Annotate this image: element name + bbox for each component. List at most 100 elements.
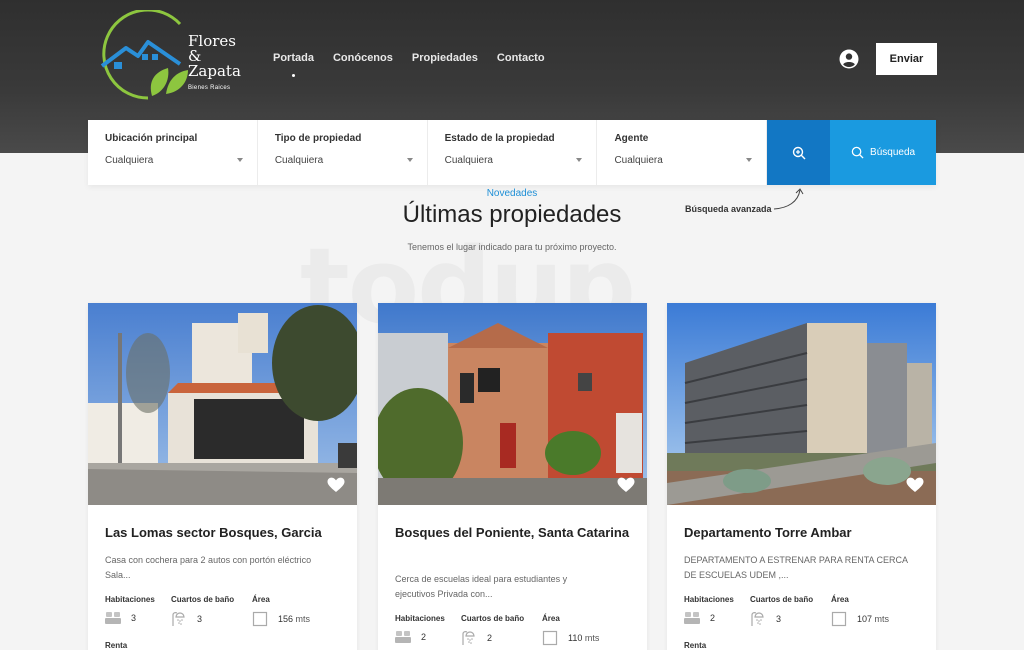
property-status-value: Cualquiera [444,155,493,166]
property-description: Cerca de escuelas ideal para estudiantes… [395,572,635,602]
spec-bedrooms: Habitaciones 2 [395,614,461,646]
spec-label: Habitaciones [395,614,445,623]
send-button[interactable]: Enviar [876,43,937,75]
chevron-down-icon [746,158,753,162]
spec-bathrooms: Cuartos de baño 3 [750,595,831,627]
advanced-search-link[interactable]: Búsqueda avanzada [685,204,772,214]
main-nav: Portada Conócenos Propiedades Contacto [273,52,545,77]
property-type-value: Cualquiera [274,155,324,166]
spec-label: Habitaciones [684,595,734,604]
chevron-down-icon [576,158,583,162]
brand-line-3: Zapata [188,62,241,80]
property-description: Casa con cochera para 2 autos con portón… [105,553,345,583]
location-select[interactable]: Ubicación principal Cualquiera [88,120,258,185]
user-circle-icon[interactable] [839,49,859,69]
property-status-select[interactable]: Estado de la propiedad Cualquiera [428,120,598,185]
zoom-plus-icon [792,146,806,159]
agent-value: Cualquiera [614,155,663,166]
section-subtitle: Tenemos el lugar indicado para tu próxim… [407,242,617,252]
spec-value: 107 mts [857,614,889,624]
section-title: Últimas propiedades [402,201,622,228]
spec-bedrooms: Habitaciones 3 [105,595,171,627]
spec-value: 3 [776,614,782,624]
spec-label: Área [542,614,560,623]
heart-icon[interactable] [906,477,924,493]
property-photo[interactable] [667,303,936,505]
spec-label: Área [831,595,849,604]
property-card[interactable]: Departamento Torre Ambar DEPARTAMENTO A … [667,303,936,650]
property-status-label: Estado de la propiedad [444,133,555,144]
bed-icon [395,631,411,643]
area-icon [831,611,847,627]
spec-value: 156 mts [278,614,310,624]
description-line: Sala... [105,570,131,580]
property-specs: Habitaciones 2 Cuartos de baño 2 Área 11… [395,614,632,646]
area-number: 107 [857,614,873,624]
property-title[interactable]: Departamento Torre Ambar [684,523,919,542]
property-type-select[interactable]: Tipo de propiedad Cualquiera [258,120,428,185]
area-unit: mts [874,614,890,624]
search-icon [851,146,864,159]
spec-area: Área 156 mts [252,595,342,627]
description-line: DE ESCUELAS UDEM ,... [684,570,789,580]
spec-value: 2 [421,632,427,642]
property-description: DEPARTAMENTO A ESTRENAR PARA RENTA CERCA… [684,553,924,583]
nav-conocenos[interactable]: Conócenos [333,52,393,64]
description-line: Casa con cochera para 2 autos con portón… [105,555,312,565]
spec-bathrooms: Cuartos de baño 2 [461,614,542,646]
property-type-label: Tipo de propiedad [274,133,362,144]
bed-icon [105,612,121,624]
area-unit: mts [584,633,600,643]
agent-label: Agente [614,133,649,144]
listing-status: Renta [684,641,707,650]
spec-value: 2 [487,633,493,643]
advanced-search-button[interactable] [767,120,831,185]
spec-bedrooms: Habitaciones 2 [684,595,750,627]
area-icon [542,630,558,646]
property-specs: Habitaciones 3 Cuartos de baño 3 Área 15… [105,595,342,627]
heart-icon[interactable] [327,477,345,493]
shower-icon [751,612,764,626]
description-line: Cerca de escuelas ideal para estudiantes… [395,574,568,584]
listing-status: Renta [105,641,128,650]
agent-select[interactable]: Agente Cualquiera [597,120,768,185]
shower-icon [462,631,475,645]
brand-wordmark: Flores & Zapata Bienes Raices [188,34,241,96]
description-line: DEPARTAMENTO A ESTRENAR PARA RENTA CERCA [684,555,909,565]
area-icon [252,611,268,627]
spec-area: Área 110 mts [542,614,632,646]
property-photo[interactable] [88,303,357,505]
brand-tagline: Bienes Raices [188,85,231,91]
area-unit: mts [295,614,311,624]
chevron-down-icon [236,158,243,162]
nav-propiedades[interactable]: Propiedades [412,52,478,64]
nav-contacto[interactable]: Contacto [497,52,545,64]
spec-label: Habitaciones [105,595,155,604]
spec-label: Cuartos de baño [461,614,525,623]
spec-label: Área [252,595,270,604]
spec-value: 2 [710,613,716,623]
bed-icon [684,612,700,624]
spec-label: Cuartos de baño [171,595,235,604]
property-card[interactable]: Bosques del Poniente, Santa Catarina Cer… [378,303,647,650]
property-photo[interactable] [378,303,647,505]
property-title[interactable]: Bosques del Poniente, Santa Catarina [395,523,630,542]
area-number: 110 [568,633,583,643]
location-label: Ubicación principal [105,133,198,144]
chevron-down-icon [406,158,413,162]
property-search-bar: Ubicación principal Cualquiera Tipo de p… [88,120,936,185]
nav-portada[interactable]: Portada [273,52,314,77]
location-value: Cualquiera [105,155,154,166]
property-title[interactable]: Las Lomas sector Bosques, Garcia [105,523,340,542]
area-number: 156 [278,614,294,624]
spec-value: 110 mts [568,633,599,643]
description-line: ejecutivos Privada con... [395,589,493,599]
spec-value: 3 [197,614,203,624]
property-specs: Habitaciones 2 Cuartos de baño 3 Área 10… [684,595,921,627]
spec-value: 3 [131,613,137,623]
property-card[interactable]: Las Lomas sector Bosques, Garcia Casa co… [88,303,357,650]
search-button[interactable]: Búsqueda [830,120,936,185]
curved-arrow-icon [773,188,804,210]
heart-icon[interactable] [617,477,635,493]
spec-label: Cuartos de baño [750,595,814,604]
